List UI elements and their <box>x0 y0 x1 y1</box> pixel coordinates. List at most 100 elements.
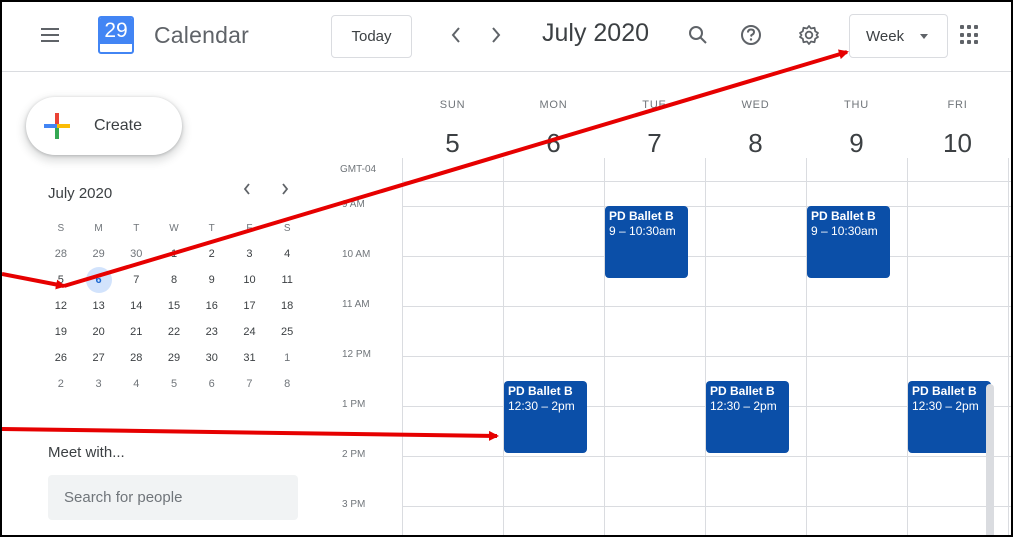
mini-calendar-week: 12 13 14 15 16 17 18 <box>42 293 306 319</box>
mini-calendar-day[interactable]: 1 <box>268 352 306 364</box>
mini-calendar-day[interactable]: 3 <box>231 248 269 260</box>
mini-calendar-day[interactable]: 26 <box>42 352 80 364</box>
search-icon[interactable] <box>683 20 713 50</box>
mini-calendar-day[interactable]: 11 <box>268 274 306 286</box>
calendar-logo-day: 29 <box>100 18 132 44</box>
app-frame: 29 Calendar Today July 2020 Week Create … <box>0 0 1013 537</box>
day-number[interactable]: 6 <box>503 128 604 159</box>
mini-calendar-day[interactable]: 5 <box>155 378 193 390</box>
day-column-divider <box>402 158 403 535</box>
calendar-event[interactable]: PD Ballet B 12:30 – 2pm <box>504 381 587 453</box>
mini-calendar-day[interactable]: 30 <box>193 352 231 364</box>
mini-calendar-day[interactable]: 17 <box>231 300 269 312</box>
mini-calendar-day[interactable]: 30 <box>117 248 155 260</box>
mini-calendar-day[interactable]: 2 <box>193 248 231 260</box>
day-number[interactable]: 10 <box>907 128 1008 159</box>
mini-calendar-day[interactable]: 13 <box>80 300 118 312</box>
mini-calendar-prev-button[interactable] <box>242 182 252 201</box>
mini-calendar-day[interactable]: 29 <box>80 248 118 260</box>
help-icon[interactable] <box>736 20 766 50</box>
view-selector[interactable]: Week <box>849 14 948 58</box>
hour-line <box>402 356 1011 357</box>
event-time: 12:30 – 2pm <box>508 399 575 413</box>
day-of-week-label: THU <box>843 99 869 111</box>
mini-calendar-day[interactable]: 28 <box>117 352 155 364</box>
day-header[interactable]: FRI 10 <box>907 72 1008 182</box>
mini-calendar-day[interactable]: 5 <box>42 274 80 286</box>
calendar-logo: 29 <box>98 16 134 54</box>
mini-calendar-day[interactable]: 4 <box>117 378 155 390</box>
mini-calendar-day[interactable]: 6 <box>193 378 231 390</box>
mini-calendar-day[interactable]: 9 <box>193 274 231 286</box>
day-number[interactable]: 7 <box>604 128 705 159</box>
mini-calendar-day[interactable]: 15 <box>155 300 193 312</box>
time-label: 3 PM <box>342 499 366 510</box>
mini-calendar-day[interactable]: 7 <box>231 378 269 390</box>
day-header[interactable]: THU 9 <box>806 72 907 182</box>
event-title: PD Ballet B <box>609 209 674 223</box>
day-of-week-label: WED <box>741 99 770 111</box>
calendar-event[interactable]: PD Ballet B 12:30 – 2pm <box>706 381 789 453</box>
event-time: 12:30 – 2pm <box>710 399 777 413</box>
mini-calendar-day[interactable]: 25 <box>268 326 306 338</box>
day-header[interactable]: SUN 5 <box>402 72 503 182</box>
mini-calendar-day[interactable]: 29 <box>155 352 193 364</box>
scrollbar[interactable] <box>986 384 994 535</box>
mini-calendar-day[interactable]: 19 <box>42 326 80 338</box>
next-week-button[interactable] <box>485 22 507 48</box>
mini-calendar-day[interactable]: 28 <box>42 248 80 260</box>
event-time: 9 – 10:30am <box>609 224 676 238</box>
menu-icon[interactable] <box>38 24 62 48</box>
mini-calendar-today[interactable]: 6 <box>85 267 112 293</box>
mini-calendar-day[interactable]: 18 <box>268 300 306 312</box>
calendar-event[interactable]: PD Ballet B9 – 10:30am <box>605 206 688 278</box>
day-of-week-label: TUE <box>642 99 667 111</box>
plus-icon <box>44 113 70 139</box>
previous-week-button[interactable] <box>445 22 467 48</box>
day-of-week-label: MON <box>539 99 568 111</box>
week-grid: GMT-04 SUN 5 MON 6 TUE 7 WED 8 THU 9 FRI 10 9 AM 10 A… <box>332 72 1011 535</box>
mini-calendar-day[interactable]: 1 <box>155 248 193 260</box>
day-header[interactable]: WED 8 <box>705 72 806 182</box>
mini-calendar-next-button[interactable] <box>280 182 290 201</box>
mini-calendar-day[interactable]: 7 <box>117 274 155 286</box>
day-number[interactable]: 8 <box>705 128 806 159</box>
mini-calendar-week: 2345678 <box>42 371 306 397</box>
mini-calendar-day[interactable]: 8 <box>155 274 193 286</box>
mini-calendar-week: 19 20 21 22 23 24 25 <box>42 319 306 345</box>
mini-calendar-weekday: W <box>169 222 179 234</box>
day-number[interactable]: 5 <box>402 128 503 159</box>
mini-calendar-day[interactable]: 24 <box>231 326 269 338</box>
apps-icon[interactable] <box>960 25 980 45</box>
mini-calendar-day[interactable]: 20 <box>80 326 118 338</box>
event-time: 9 – 10:30am <box>811 224 878 238</box>
mini-calendar-day[interactable]: 3 <box>80 378 118 390</box>
mini-calendar-day[interactable]: 16 <box>193 300 231 312</box>
today-button[interactable]: Today <box>331 15 412 58</box>
day-column-divider <box>1008 158 1009 535</box>
mini-calendar-day[interactable]: 8 <box>268 378 306 390</box>
calendar-event[interactable]: PD Ballet B 12:30 – 2pm <box>908 381 991 453</box>
settings-icon[interactable] <box>794 20 824 50</box>
search-people-input[interactable]: Search for people <box>48 475 298 520</box>
mini-calendar-day[interactable]: 23 <box>193 326 231 338</box>
mini-calendar-day[interactable]: 27 <box>80 352 118 364</box>
mini-calendar-day[interactable]: 31 <box>231 352 269 364</box>
mini-calendar-day[interactable]: 21 <box>117 326 155 338</box>
app-name: Calendar <box>154 22 249 48</box>
day-header[interactable]: TUE 7 <box>604 72 705 182</box>
hour-line <box>402 256 1011 257</box>
mini-calendar-day[interactable]: 12 <box>42 300 80 312</box>
day-number[interactable]: 9 <box>806 128 907 159</box>
mini-calendar-day[interactable]: 22 <box>155 326 193 338</box>
mini-calendar-day[interactable]: 4 <box>268 248 306 260</box>
mini-calendar-day[interactable]: 6 <box>80 267 118 293</box>
day-column-divider <box>705 158 706 535</box>
calendar-event[interactable]: PD Ballet B9 – 10:30am <box>807 206 890 278</box>
mini-calendar-weekday: T <box>133 222 140 234</box>
day-header[interactable]: MON 6 <box>503 72 604 182</box>
mini-calendar-day[interactable]: 10 <box>231 274 269 286</box>
mini-calendar-day[interactable]: 2 <box>42 378 80 390</box>
mini-calendar-day[interactable]: 14 <box>117 300 155 312</box>
create-button[interactable]: Create <box>26 97 182 155</box>
